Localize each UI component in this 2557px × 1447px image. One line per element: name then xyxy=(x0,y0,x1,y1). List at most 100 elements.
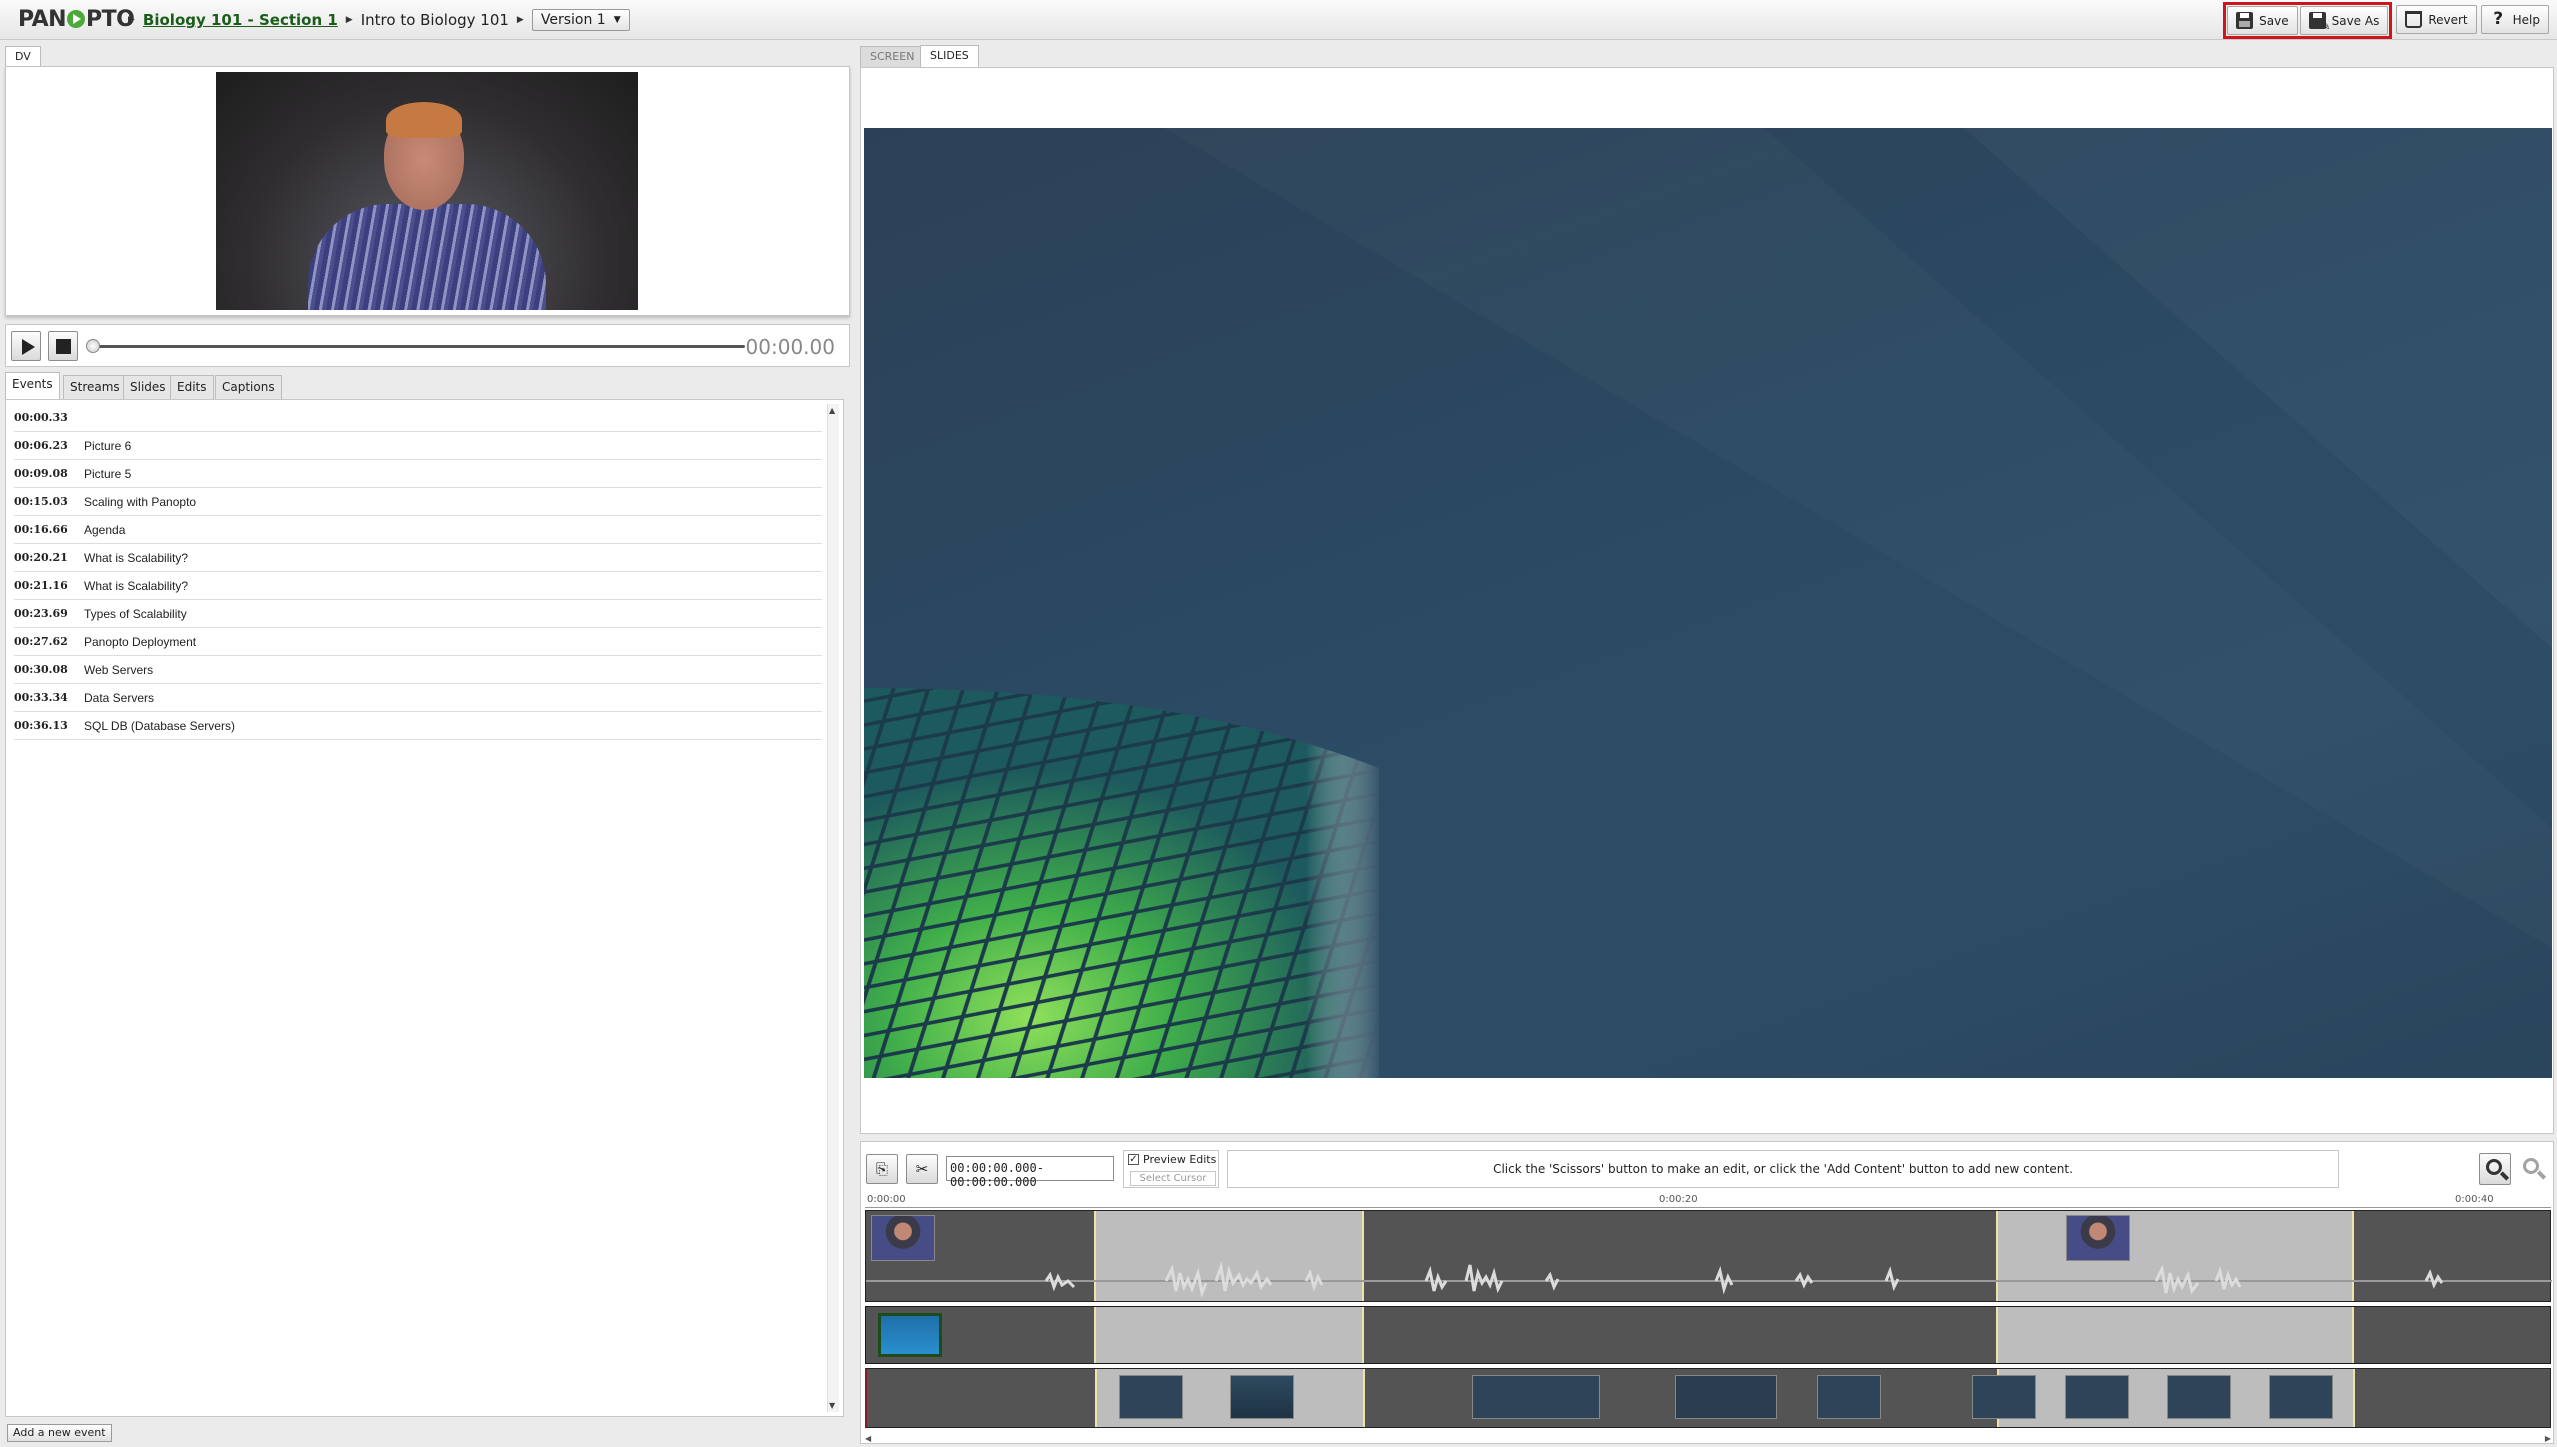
help-icon: ? xyxy=(2493,9,2504,29)
timeline-ruler[interactable]: 0:00:00 0:00:20 0:00:40 xyxy=(865,1194,2551,1208)
slide-preview xyxy=(864,128,2552,1078)
zoom-out-button[interactable] xyxy=(2517,1153,2549,1185)
edit-range-field[interactable]: 00:00:00.000-00:00:00.000 xyxy=(946,1156,1114,1189)
version-dropdown[interactable]: Version 1 ▼ xyxy=(531,9,630,31)
preview-edits-toggle[interactable]: ✓ Preview Edits xyxy=(1128,1153,1216,1166)
tab-dv[interactable]: DV xyxy=(5,46,41,68)
tab-edits[interactable]: Edits xyxy=(170,375,214,399)
scroll-left-icon[interactable]: ◀ xyxy=(865,1434,871,1443)
scroll-up-icon[interactable]: ▲ xyxy=(829,406,835,415)
tab-captions[interactable]: Captions xyxy=(215,375,282,399)
event-time: 00:33.34 xyxy=(14,691,68,704)
event-time: 00:09.08 xyxy=(14,467,68,480)
presenter-body xyxy=(308,204,546,310)
zoom-in-button[interactable] xyxy=(2479,1153,2511,1185)
save-button[interactable]: Save xyxy=(2227,6,2298,35)
slide-thumbnail xyxy=(1675,1375,1777,1419)
tab-slides[interactable]: Slides xyxy=(123,375,173,399)
event-row[interactable]: 00:20.21 What is Scalability? xyxy=(14,544,822,572)
event-time: 00:23.69 xyxy=(14,607,68,620)
seek-handle[interactable] xyxy=(86,339,100,353)
event-title: What is Scalability? xyxy=(84,578,189,593)
event-row[interactable]: 00:30.08 Web Servers xyxy=(14,656,822,684)
help-button[interactable]: ? Help xyxy=(2480,5,2549,34)
slide-background-graphic xyxy=(864,688,1379,1078)
timeline-hint: Click the 'Scissors' button to make an e… xyxy=(1227,1150,2339,1188)
select-cursor-button[interactable]: Select Cursor xyxy=(1130,1171,1216,1186)
save-as-icon xyxy=(2308,12,2331,33)
tab-streams[interactable]: Streams xyxy=(63,375,127,399)
event-row[interactable]: 00:06.23 Picture 6 xyxy=(14,432,822,460)
event-row[interactable]: 00:00.33 xyxy=(14,404,822,432)
event-time: 00:15.03 xyxy=(14,495,68,508)
event-row[interactable]: 00:27.62 Panopto Deployment xyxy=(14,628,822,656)
ruler-label: 0:00:20 xyxy=(1659,1194,1698,1205)
version-label: Version 1 xyxy=(540,12,606,28)
preview-edits-box: ✓ Preview Edits Select Cursor xyxy=(1123,1150,1219,1188)
event-row[interactable]: 00:23.69 Types of Scalability xyxy=(14,600,822,628)
event-time: 00:00.33 xyxy=(14,411,68,424)
seek-bar[interactable] xyxy=(91,345,745,348)
current-time: 00:00.00 xyxy=(745,335,835,359)
scroll-down-icon[interactable]: ▼ xyxy=(829,1401,835,1410)
video-track[interactable] xyxy=(865,1210,2552,1302)
video-player[interactable] xyxy=(216,72,638,310)
logo-play-icon xyxy=(67,10,86,28)
events-scrollbar[interactable]: ▲ ▼ xyxy=(827,404,839,1412)
zoom-in-icon xyxy=(2486,1159,2502,1175)
kept-segment[interactable] xyxy=(1094,1307,1364,1363)
event-time: 00:36.13 xyxy=(14,719,68,732)
panopto-logo[interactable]: PAN PTO xyxy=(18,7,135,32)
event-time: 00:20.21 xyxy=(14,551,68,564)
preview-edits-checkbox[interactable]: ✓ xyxy=(1128,1154,1139,1165)
tab-screen[interactable]: SCREEN xyxy=(860,46,925,68)
play-button[interactable] xyxy=(11,331,41,361)
timeline-scrollbar[interactable]: ◀ ▶ xyxy=(865,1434,2551,1443)
chevron-down-icon: ▼ xyxy=(613,15,621,25)
add-content-button[interactable]: ⎘ xyxy=(866,1154,898,1184)
slides-track[interactable] xyxy=(865,1368,2551,1428)
breadcrumb-folder-link[interactable]: Biology 101 - Section 1 xyxy=(143,11,338,29)
event-row[interactable]: 00:21.16 What is Scalability? xyxy=(14,572,822,600)
breadcrumb-session: Intro to Biology 101 xyxy=(360,11,509,29)
save-label: Save xyxy=(2259,13,2289,28)
tab-events[interactable]: Events xyxy=(5,372,60,399)
slide-thumbnail xyxy=(1230,1375,1294,1419)
event-title: Scaling with Panopto xyxy=(84,494,197,509)
event-title: What is Scalability? xyxy=(84,550,189,565)
add-content-icon: ⎘ xyxy=(875,1160,888,1178)
tab-slides-view[interactable]: SLIDES xyxy=(920,45,979,67)
event-title: Web Servers xyxy=(84,662,154,677)
stop-button[interactable] xyxy=(48,331,78,361)
audio-waveform xyxy=(866,1261,2552,1299)
events-list: 00:00.33 00:06.23 Picture 6 00:09.08 Picture… xyxy=(5,399,844,1417)
header-actions: Save Save As Revert ? Help xyxy=(2223,2,2549,39)
slide-thumbnail xyxy=(2065,1375,2129,1419)
revert-button[interactable]: Revert xyxy=(2396,5,2477,34)
save-as-button[interactable]: Save As xyxy=(2299,6,2389,35)
event-title: Picture 5 xyxy=(84,466,132,481)
event-row[interactable]: 00:33.34 Data Servers xyxy=(14,684,822,712)
save-button-group: Save Save As xyxy=(2223,2,2393,39)
event-row[interactable]: 00:09.08 Picture 5 xyxy=(14,460,822,488)
header-bar: PAN PTO ▶ Biology 101 - Section 1 ▶ Intro… xyxy=(0,0,2557,40)
presenter-hair xyxy=(386,102,462,138)
playback-controls: 00:00.00 xyxy=(5,324,850,367)
scroll-right-icon[interactable]: ▶ xyxy=(2545,1434,2551,1443)
kept-segment[interactable] xyxy=(1996,1307,2354,1363)
event-title: SQL DB (Database Servers) xyxy=(84,718,235,733)
event-row[interactable]: 00:16.66 Agenda xyxy=(14,516,822,544)
slide-thumbnail xyxy=(1119,1375,1183,1419)
event-row[interactable]: 00:36.13 SQL DB (Database Servers) xyxy=(14,712,822,740)
edits-track[interactable] xyxy=(865,1306,2551,1364)
logo-text-left: PAN xyxy=(18,7,67,32)
video-panel xyxy=(5,66,850,316)
trash-icon xyxy=(2405,11,2423,28)
event-title: Agenda xyxy=(84,522,126,537)
add-event-button[interactable]: Add a new event xyxy=(7,1424,112,1442)
zoom-out-icon xyxy=(2523,1158,2539,1174)
event-title: Panopto Deployment xyxy=(84,634,197,649)
event-row[interactable]: 00:15.03 Scaling with Panopto xyxy=(14,488,822,516)
scissors-button[interactable]: ✂ xyxy=(906,1154,938,1184)
scissors-icon: ✂ xyxy=(915,1160,929,1178)
